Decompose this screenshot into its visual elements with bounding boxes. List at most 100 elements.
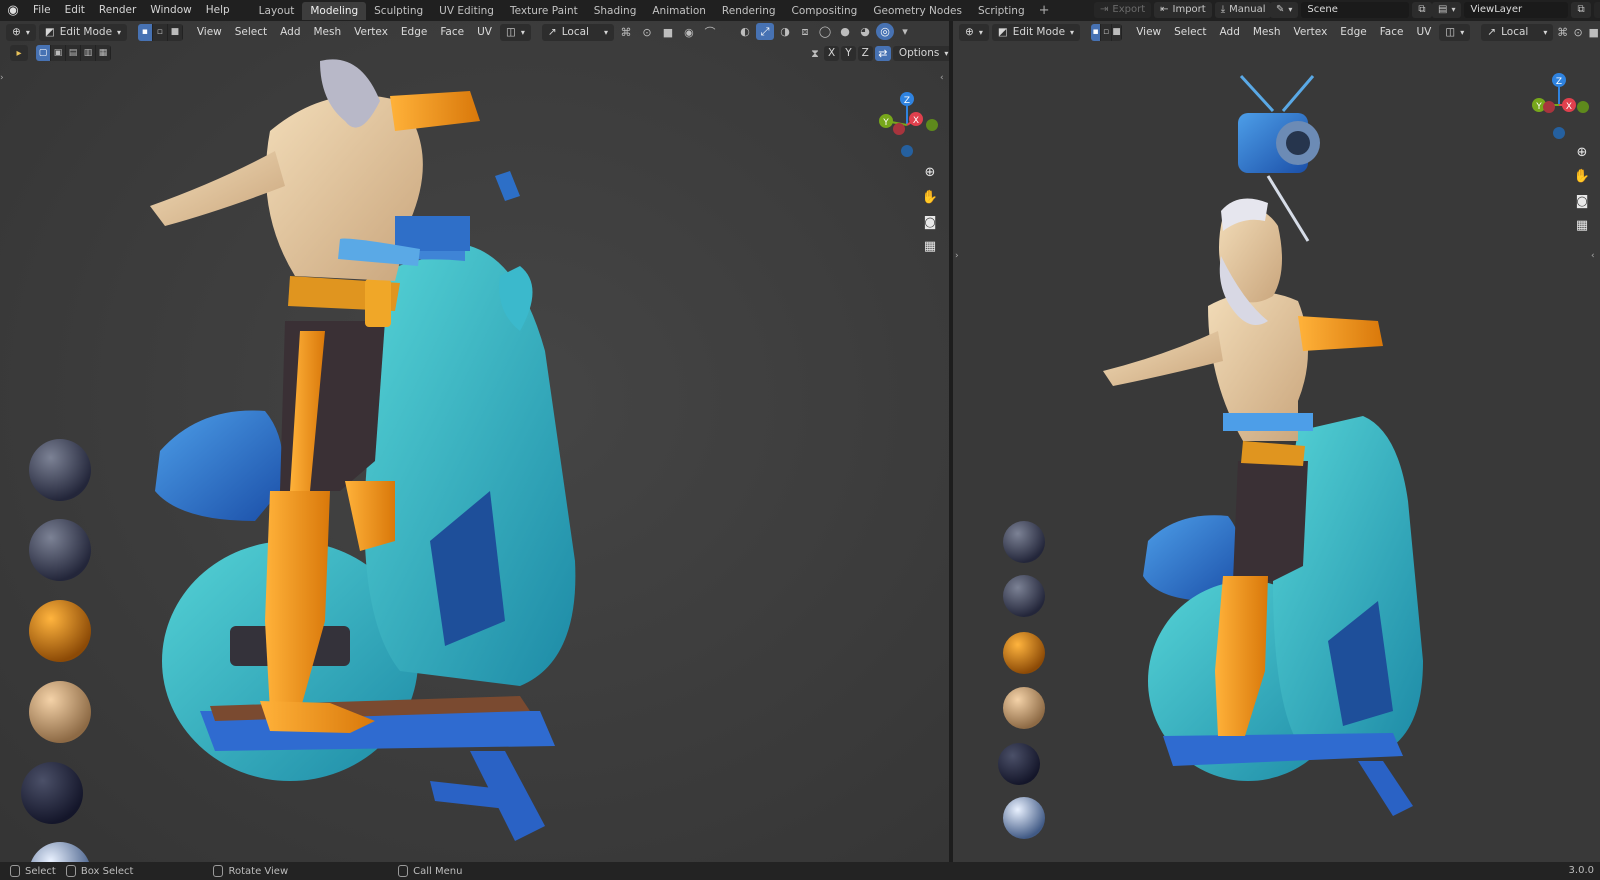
face-select-icon[interactable]: ■ (1111, 23, 1123, 41)
editor-type-button[interactable]: ⊕ ▾ (959, 23, 989, 41)
menu-add[interactable]: Add (275, 24, 305, 41)
zoom-icon[interactable]: ⊕ (919, 161, 941, 183)
editor-type-button[interactable]: ⊕ ▾ (6, 23, 36, 41)
tab-layout[interactable]: Layout (251, 2, 303, 20)
matcap-sphere[interactable] (998, 743, 1040, 785)
scene-browse-button[interactable]: ✎ ▾ (1270, 2, 1299, 18)
tab-shading[interactable]: Shading (586, 2, 645, 20)
tab-geometry-nodes[interactable]: Geometry Nodes (865, 2, 970, 20)
menu-uv[interactable]: UV (472, 24, 497, 41)
menu-mesh[interactable]: Mesh (309, 24, 347, 41)
xray-icon[interactable]: ⧈ (796, 23, 814, 40)
gizmo-neg-z[interactable] (901, 145, 913, 157)
new-view-layer-button[interactable]: ⧉ (1571, 2, 1591, 18)
menu-view[interactable]: View (1131, 24, 1166, 41)
tab-rendering[interactable]: Rendering (714, 2, 784, 20)
matcap-sphere[interactable] (1003, 575, 1045, 617)
mirror-x-toggle[interactable]: X (824, 46, 840, 61)
overlay-icon[interactable]: ◑ (776, 23, 794, 40)
tab-compositing[interactable]: Compositing (784, 2, 866, 20)
menu-help[interactable]: Help (199, 0, 237, 21)
navigation-gizmo[interactable]: Z Y X (870, 69, 942, 159)
snap-target-icon[interactable]: ■ (659, 24, 677, 41)
delete-view-layer-button[interactable]: ✕ (1593, 2, 1600, 18)
add-workspace-button[interactable]: + (1033, 3, 1056, 18)
matcap-sphere[interactable] (29, 519, 91, 581)
menu-edge[interactable]: Edge (396, 24, 432, 41)
menu-face[interactable]: Face (1375, 24, 1409, 41)
new-scene-button[interactable]: ⧉ (1412, 2, 1432, 18)
pivot-icon[interactable]: ⌘ (617, 24, 635, 41)
menu-file[interactable]: File (26, 0, 58, 21)
menu-edge[interactable]: Edge (1335, 24, 1371, 41)
tab-scripting[interactable]: Scripting (970, 2, 1033, 20)
tab-animation[interactable]: Animation (644, 2, 714, 20)
visibility-icon[interactable]: ◐ (736, 23, 754, 40)
export-button[interactable]: ⇥ Export (1094, 2, 1152, 18)
sidebar-expand-icon[interactable]: ‹ (940, 73, 944, 83)
import-button[interactable]: ⇤ Import (1154, 2, 1212, 18)
view-layer-browse-button[interactable]: ▤ ▾ (1432, 2, 1462, 18)
gizmo-neg-x[interactable] (893, 123, 905, 135)
face-select-icon[interactable]: ■ (167, 23, 183, 41)
proportional-edit-icon[interactable]: ◉ (680, 24, 698, 41)
tab-modeling[interactable]: Modeling (302, 1, 367, 20)
rendered-shading-icon[interactable]: ◎ (876, 23, 894, 40)
menu-add[interactable]: Add (1215, 24, 1245, 41)
pan-hand-icon[interactable]: ✋ (1571, 165, 1593, 187)
camera-icon[interactable]: ◙ (919, 211, 941, 233)
menu-render[interactable]: Render (92, 0, 143, 21)
tab-sculpting[interactable]: Sculpting (366, 2, 431, 20)
mirror-y-toggle[interactable]: Y (841, 46, 856, 61)
edge-select-icon[interactable]: ▫ (1101, 23, 1112, 41)
pan-hand-icon[interactable]: ✋ (919, 186, 941, 208)
matcap-sphere[interactable] (1003, 797, 1045, 839)
edge-select-icon[interactable]: ▫ (152, 23, 168, 41)
options-dropdown[interactable]: Options ▾ (892, 46, 949, 61)
gizmo-neg-z[interactable] (1553, 127, 1565, 139)
grid-icon[interactable]: ▦ (919, 235, 941, 257)
navigation-gizmo[interactable]: Z Y X (1521, 63, 1593, 143)
select-tool-icon[interactable]: ▸ (10, 45, 28, 61)
menu-uv[interactable]: UV (1411, 24, 1436, 41)
menu-edit[interactable]: Edit (58, 0, 92, 21)
grid-icon[interactable]: ▦ (1571, 214, 1593, 236)
left-viewport-scene[interactable] (0, 21, 949, 862)
mirror-z-toggle[interactable]: Z (857, 46, 873, 61)
select-subtract-icon[interactable]: ▤ (66, 45, 81, 61)
transform-orientation-dropdown[interactable]: ↗ Local ▾ (541, 23, 614, 41)
menu-mesh[interactable]: Mesh (1248, 24, 1286, 41)
snap-icon[interactable]: ⊙ (638, 24, 656, 41)
blender-logo-icon[interactable]: ◉ (0, 0, 26, 21)
right-3d-viewport[interactable]: ⊕ ▾ ◩ Edit Mode ▾ ▪ ▫ ■ View Select Add Mesh … (953, 21, 1600, 862)
menu-window[interactable]: Window (143, 0, 198, 21)
toolbar-expand-icon[interactable]: › (0, 73, 4, 83)
select-invert-icon[interactable]: ▥ (81, 45, 96, 61)
menu-vertex[interactable]: Vertex (1289, 24, 1333, 41)
tab-texture-paint[interactable]: Texture Paint (502, 2, 586, 20)
scene-name-field[interactable]: Scene (1301, 2, 1410, 18)
menu-select[interactable]: Select (230, 24, 272, 41)
tab-uv-editing[interactable]: UV Editing (431, 2, 502, 20)
gizmo-neg-x[interactable] (1543, 101, 1555, 113)
menu-view[interactable]: View (192, 24, 227, 41)
gizmo-toggle-icon[interactable]: ⤢ (756, 23, 774, 40)
menu-face[interactable]: Face (435, 24, 469, 41)
uv-sync-button[interactable]: ◫ ▾ (499, 23, 531, 41)
camera-icon[interactable]: ◙ (1571, 190, 1593, 212)
mode-dropdown[interactable]: ◩ Edit Mode ▾ (38, 23, 127, 41)
select-new-icon[interactable]: ▢ (36, 45, 51, 61)
manual-button[interactable]: ⤓ Manual (1214, 2, 1272, 18)
vertex-select-icon[interactable]: ▪ (1090, 23, 1102, 41)
mode-dropdown[interactable]: ◩ Edit Mode ▾ (991, 23, 1080, 41)
vertex-select-icon[interactable]: ▪ (137, 23, 153, 41)
auto-merge-icon[interactable]: ⇄ (874, 46, 891, 61)
select-extend-icon[interactable]: ▣ (51, 45, 66, 61)
menu-vertex[interactable]: Vertex (349, 24, 393, 41)
matcap-sphere[interactable] (1003, 521, 1045, 563)
matcap-sphere[interactable] (29, 600, 91, 662)
pivot-icon[interactable]: ⌘ (1556, 24, 1569, 41)
snap-target-icon[interactable]: ■ (1587, 24, 1600, 41)
zoom-icon[interactable]: ⊕ (1571, 141, 1593, 163)
sidebar-expand-icon[interactable]: ‹ (1591, 251, 1595, 261)
